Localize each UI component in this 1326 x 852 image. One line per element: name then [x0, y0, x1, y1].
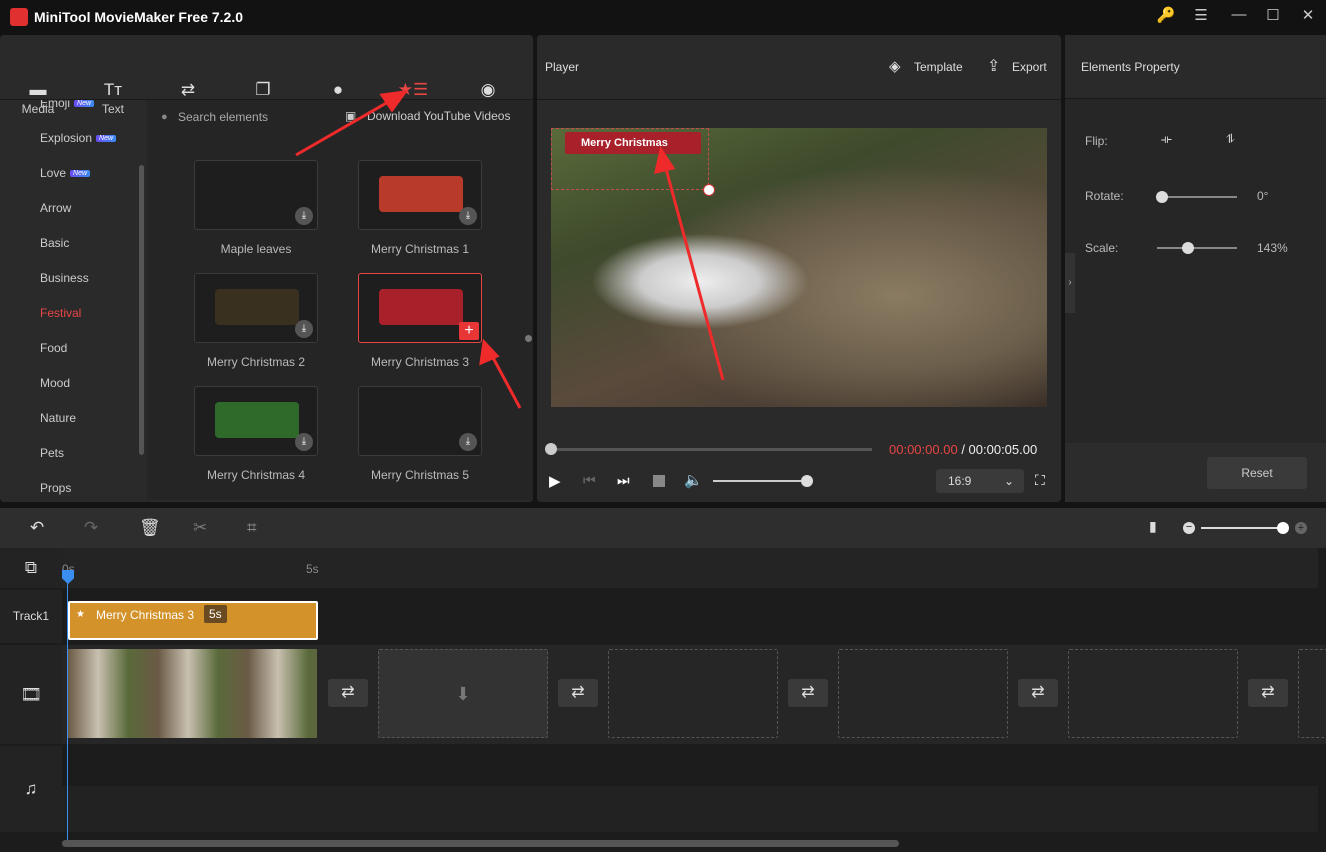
arrow-to-overlay	[663, 164, 725, 381]
arrowhead	[379, 90, 409, 113]
arrow-to-card	[488, 351, 522, 409]
arrow-to-elements	[295, 96, 396, 157]
arrowhead	[654, 146, 676, 175]
annotation-arrows	[295, 90, 725, 409]
